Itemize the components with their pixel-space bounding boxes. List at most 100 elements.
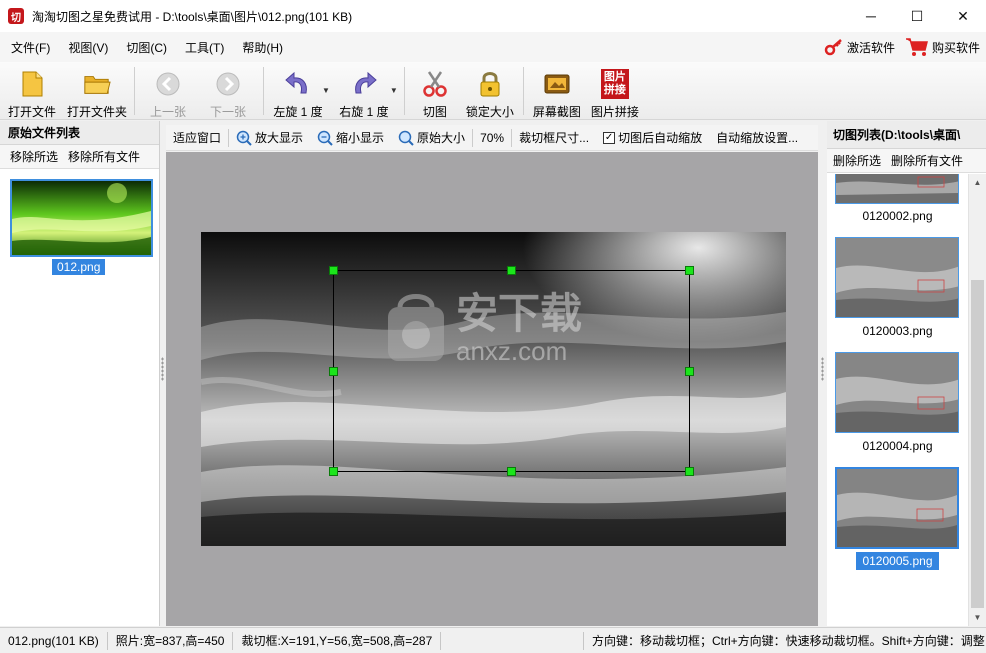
zoom-out-label: 缩小显示 bbox=[336, 131, 385, 145]
zoom-level-value: 70% bbox=[480, 130, 505, 145]
lock-size-label: 锁定大小 bbox=[465, 105, 514, 119]
remove-all-files-link[interactable]: 移除所有文件 bbox=[68, 148, 140, 165]
crop-size-label: 裁切框尺寸... bbox=[519, 131, 590, 145]
screen-capture-icon bbox=[543, 70, 571, 98]
next-image-button[interactable]: 下一张 bbox=[197, 62, 259, 120]
toolbar-separator bbox=[134, 67, 135, 115]
original-size-label: 原始大小 bbox=[417, 131, 466, 145]
splitter-grip bbox=[821, 357, 824, 381]
maximize-button[interactable]: ☐ bbox=[894, 0, 940, 32]
rotate-right-dropdown-icon[interactable]: ▼ bbox=[390, 86, 398, 95]
cut-list: 0120002.png 0120003.png 0120004.png 0120… bbox=[827, 174, 968, 626]
menu-bar: 文件(F) 视图(V) 切图(C) 工具(T) 帮助(H) 激活软件 购买软件 bbox=[0, 32, 986, 62]
left-splitter[interactable] bbox=[160, 121, 165, 626]
delete-all-files-link[interactable]: 删除所有文件 bbox=[891, 152, 963, 169]
lock-size-button[interactable]: 锁定大小 bbox=[461, 62, 519, 120]
source-file-name[interactable]: 012.png bbox=[52, 259, 106, 275]
cut-label: 切图 bbox=[422, 105, 447, 119]
cut-file-name-selected[interactable]: 0120005.png bbox=[827, 552, 968, 570]
menu-view[interactable]: 视图(V) bbox=[61, 39, 115, 56]
open-file-button[interactable]: 打开文件 bbox=[0, 62, 64, 120]
scroll-up-icon[interactable]: ▲ bbox=[969, 174, 986, 191]
menu-tools[interactable]: 工具(T) bbox=[178, 39, 231, 56]
cut-thumbnail[interactable] bbox=[835, 352, 959, 433]
crop-handle-bottom[interactable] bbox=[507, 467, 516, 476]
cut-file-name[interactable]: 0120004.png bbox=[827, 439, 968, 453]
menu-file[interactable]: 文件(F) bbox=[4, 39, 57, 56]
cut-button[interactable]: 切图 bbox=[409, 62, 461, 120]
crop-box[interactable] bbox=[329, 266, 694, 476]
rotate-left-button[interactable]: 左旋 1 度 bbox=[268, 62, 328, 120]
stitch-icon-text: 图片 拼接 bbox=[600, 69, 629, 99]
zoom-level: 70% bbox=[473, 131, 511, 145]
screen-capture-button[interactable]: 屏幕截图 bbox=[528, 62, 586, 120]
crop-handle-top[interactable] bbox=[507, 266, 516, 275]
arrow-right-icon bbox=[214, 70, 242, 98]
menu-cut[interactable]: 切图(C) bbox=[119, 39, 174, 56]
toolbar-separator bbox=[263, 67, 264, 115]
shopping-cart-icon bbox=[905, 38, 928, 56]
prev-image-button[interactable]: 上一张 bbox=[139, 62, 197, 120]
window-title: 淘淘切图之星免费试用 - D:\tools\桌面\图片\012.png(101 … bbox=[32, 9, 353, 24]
crop-handle-right[interactable] bbox=[685, 367, 694, 376]
scroll-thumb[interactable] bbox=[971, 280, 984, 608]
main-toolbar: 打开文件 打开文件夹 上一张 下一张 左旋 1 度 ▼ 右旋 1 度 ▼ 切图 … bbox=[0, 62, 986, 120]
status-photo-size: 照片:宽=837,高=450 bbox=[108, 631, 234, 650]
open-folder-button[interactable]: 打开文件夹 bbox=[64, 62, 130, 120]
buy-software-button[interactable]: 购买软件 bbox=[905, 37, 980, 57]
cut-thumbnail-selected[interactable] bbox=[835, 467, 959, 549]
original-size-button[interactable]: 原始大小 bbox=[391, 129, 472, 146]
cut-thumbnail-image bbox=[837, 469, 957, 547]
crop-handle-bottom-left[interactable] bbox=[329, 467, 338, 476]
cut-thumbnail[interactable] bbox=[835, 174, 959, 204]
zoom-out-icon bbox=[317, 130, 333, 146]
activate-software-button[interactable]: 激活软件 bbox=[824, 38, 895, 56]
open-file-label: 打开文件 bbox=[7, 105, 56, 119]
cut-thumbnail[interactable] bbox=[835, 237, 959, 318]
minimize-button[interactable]: ─ bbox=[848, 0, 894, 32]
auto-zoom-checkbox[interactable]: ✓ 切图后自动缩放 bbox=[596, 129, 709, 146]
stitch-images-button[interactable]: 图片 拼接 图片拼接 bbox=[586, 62, 644, 120]
auto-zoom-settings-button[interactable]: 自动缩放设置... bbox=[709, 129, 805, 146]
auto-zoom-settings-label: 自动缩放设置... bbox=[716, 131, 799, 145]
open-folder-label: 打开文件夹 bbox=[66, 105, 127, 119]
next-label: 下一张 bbox=[209, 105, 246, 119]
right-splitter[interactable] bbox=[820, 121, 825, 626]
cut-list-title: 切图列表(D:\tools\桌面\ bbox=[827, 121, 986, 149]
source-thumbnail[interactable] bbox=[10, 179, 153, 257]
source-file-panel: 原始文件列表 移除所选 移除所有文件 012.png bbox=[0, 121, 160, 626]
window-controls: ─ ☐ ✕ bbox=[848, 0, 986, 32]
delete-selected-link[interactable]: 删除所选 bbox=[833, 152, 881, 169]
folder-icon bbox=[83, 70, 111, 98]
cut-list-actions: 删除所选 删除所有文件 bbox=[827, 149, 986, 173]
crop-handle-top-right[interactable] bbox=[685, 266, 694, 275]
toolbar-separator bbox=[522, 67, 524, 115]
checkbox-checked-icon: ✓ bbox=[603, 131, 616, 144]
rotate-left-icon bbox=[284, 70, 312, 98]
crop-size-button[interactable]: 裁切框尺寸... bbox=[512, 129, 596, 146]
crop-handle-bottom-right[interactable] bbox=[685, 467, 694, 476]
crop-handle-top-left[interactable] bbox=[329, 266, 338, 275]
cut-thumbnail-image bbox=[836, 353, 958, 432]
rotate-left-label: 左旋 1 度 bbox=[273, 105, 323, 119]
status-file: 012.png(101 KB) bbox=[0, 631, 108, 650]
menu-help[interactable]: 帮助(H) bbox=[235, 39, 290, 56]
cut-file-name[interactable]: 0120003.png bbox=[827, 324, 968, 338]
image-canvas[interactable]: 安下载 anxz.com bbox=[166, 152, 818, 626]
auto-zoom-label: 切图后自动缩放 bbox=[618, 131, 703, 145]
prev-label: 上一张 bbox=[149, 105, 186, 119]
rotate-right-icon bbox=[350, 70, 378, 98]
rotate-left-dropdown-icon[interactable]: ▼ bbox=[322, 86, 330, 95]
rotate-right-button[interactable]: 右旋 1 度 bbox=[332, 62, 396, 120]
crop-handle-left[interactable] bbox=[329, 367, 338, 376]
zoom-out-button[interactable]: 缩小显示 bbox=[310, 129, 391, 146]
status-hint: 方向键：移动裁切框；Ctrl+方向键：快速移动裁切框。Shift+方向键：调整 bbox=[583, 632, 985, 650]
zoom-in-button[interactable]: 放大显示 bbox=[229, 129, 310, 146]
cut-file-name[interactable]: 0120002.png bbox=[827, 209, 968, 223]
remove-selected-link[interactable]: 移除所选 bbox=[10, 148, 58, 165]
cut-thumbnail-image bbox=[836, 238, 958, 317]
fit-window-button[interactable]: 适应窗口 bbox=[166, 129, 228, 146]
scroll-down-icon[interactable]: ▼ bbox=[969, 609, 986, 626]
cut-list-scrollbar[interactable]: ▲ ▼ bbox=[968, 174, 986, 626]
close-button[interactable]: ✕ bbox=[940, 0, 986, 32]
